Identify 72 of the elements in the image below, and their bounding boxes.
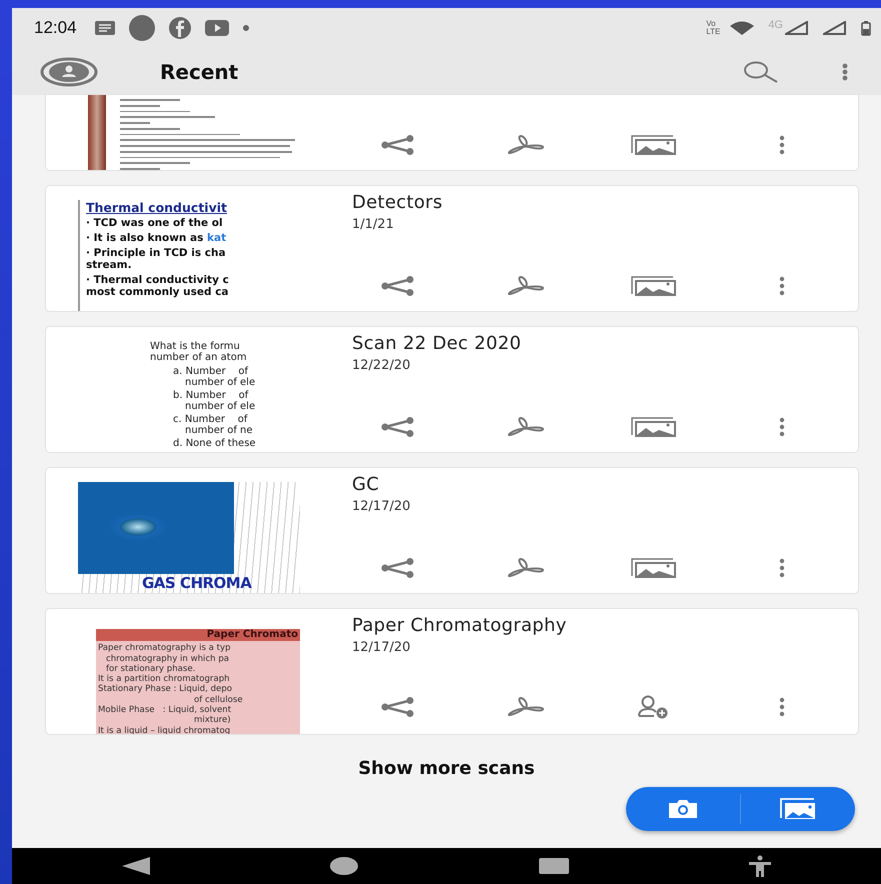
scan-card[interactable]: Thermal conductivit · TCD was one of the ol · It is also known as kat · Principle in TCD is cha stream. · Thermal conductivity c most commonly used ca Detectors 1/1/21 [46, 186, 858, 311]
accessibility-icon[interactable] [748, 855, 771, 877]
video-icon [204, 20, 229, 36]
facebook-icon [168, 17, 191, 39]
pdf-icon[interactable] [505, 135, 547, 155]
image-stack-icon[interactable] [631, 135, 677, 155]
slide-heading: Thermal conductivit [86, 202, 228, 214]
camera-icon [668, 799, 698, 819]
signal-icon [785, 21, 809, 35]
more-options-icon[interactable] [779, 697, 785, 717]
more-options-icon[interactable] [779, 276, 785, 296]
slide-bullet: · It is also known as kat [86, 232, 228, 244]
wifi-icon [730, 21, 754, 35]
scan-title: Paper Chromatography [352, 615, 568, 636]
slide-bullet: · Principle in TCD is cha stream. [86, 247, 227, 271]
more-options-icon[interactable] [779, 135, 785, 155]
clock: 12:04 [34, 18, 77, 38]
screen-title: Recent [160, 60, 240, 84]
slide-bullet: · TCD was one of the ol [86, 217, 224, 229]
scan-date: 12/17/20 [352, 499, 412, 514]
account-icon[interactable] [40, 56, 98, 86]
notes-line: Stationary Phase : Liquid, depo [97, 684, 234, 695]
scan-card[interactable]: What is the formu number of an atom a. Number of number of ele b. Number of number of ele c. Number of number of ne d. None of these Scan 22 Dec 2020 12/22/20 [46, 327, 858, 452]
notes-line: for stationary phase. [105, 664, 196, 674]
pdf-icon[interactable] [505, 276, 547, 296]
pdf-icon[interactable] [505, 558, 547, 578]
more-options-icon[interactable] [779, 417, 785, 437]
cover-title: GAS CHROMA [142, 574, 253, 592]
share-icon[interactable] [381, 417, 415, 437]
document-thumbnail[interactable]: GAS CHROMA [78, 482, 300, 593]
scan-title: Detectors [352, 192, 444, 213]
circle-icon [128, 15, 155, 41]
image-stack-icon[interactable] [631, 558, 677, 578]
scan-card[interactable] [46, 95, 858, 170]
more-options-icon[interactable] [842, 62, 848, 80]
scan-title: Scan 22 Dec 2020 [352, 333, 522, 354]
image-stack-icon[interactable] [631, 276, 677, 296]
notes-line: It is a partition chromatograph [97, 674, 231, 684]
dot-icon [242, 25, 249, 31]
scan-date: 12/22/20 [352, 358, 412, 373]
notes-line: mixture) [193, 715, 232, 726]
notes-line: of cellulose [193, 694, 244, 706]
recents-icon[interactable] [538, 858, 569, 874]
pdf-icon[interactable] [505, 697, 547, 717]
pdf-icon[interactable] [505, 417, 547, 437]
notes-line: chromatography in which pa [105, 654, 230, 664]
scan-card[interactable] [46, 609, 858, 734]
volte-label: Vo LTE [706, 20, 720, 36]
back-icon[interactable] [122, 857, 150, 875]
more-options-icon[interactable] [779, 558, 785, 578]
share-icon[interactable] [381, 558, 415, 578]
message-icon [94, 21, 115, 35]
scan-title: GC [352, 474, 380, 495]
quiz-question: What is the formu number of an atom [150, 341, 248, 363]
image-stack-icon[interactable] [631, 417, 677, 437]
share-icon[interactable] [381, 697, 415, 717]
network-type: 4G [768, 19, 783, 31]
home-icon[interactable] [330, 857, 358, 875]
quiz-option: d. None of these [150, 438, 300, 449]
share-icon[interactable] [381, 135, 415, 155]
signal-icon [823, 21, 847, 35]
share-icon[interactable] [381, 276, 415, 296]
battery-icon [861, 20, 871, 36]
scan-card[interactable]: GAS CHROMA GC 12/17/20 [46, 468, 858, 593]
notes-line: Mobile Phase : Liquid, solvent [97, 705, 232, 716]
notes-heading: Paper Chromato [96, 629, 300, 642]
scan-date: 12/17/20 [352, 640, 412, 655]
scan-date: 1/1/21 [352, 217, 395, 232]
show-more-button[interactable]: Show more scans [352, 756, 541, 781]
notes-line: Paper chromatography is a typ [97, 643, 232, 654]
image-stack-icon [780, 798, 816, 820]
slide-bullet: · Thermal conductivity c most commonly used ca [86, 274, 230, 298]
